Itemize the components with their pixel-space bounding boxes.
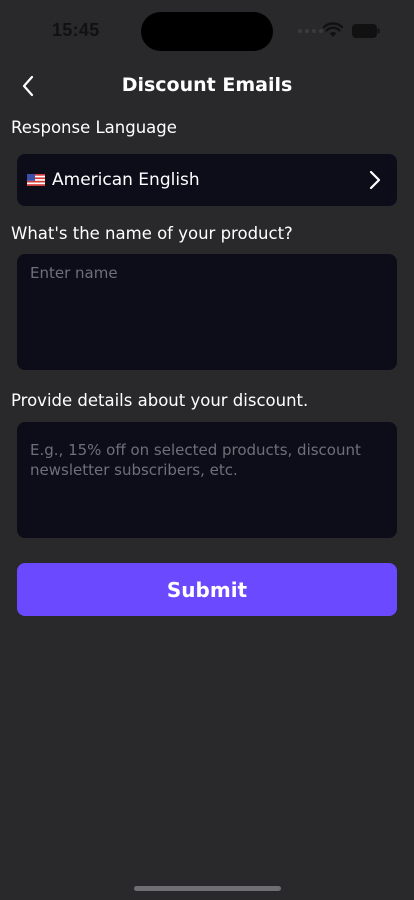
discount-details-label: Provide details about your discount. — [11, 391, 309, 410]
battery-icon — [352, 24, 380, 38]
language-value: American English — [52, 170, 200, 190]
status-bar: 15:45 — [0, 0, 414, 60]
dynamic-island — [141, 12, 273, 51]
submit-button[interactable]: Submit — [17, 563, 397, 616]
product-name-input[interactable] — [17, 254, 397, 370]
cellular-signal-icon — [298, 29, 323, 33]
page-title: Discount Emails — [121, 74, 293, 96]
discount-details-input[interactable] — [17, 422, 397, 538]
status-time: 15:45 — [52, 20, 100, 40]
language-selector[interactable]: American English — [17, 154, 397, 206]
us-flag-icon — [27, 174, 45, 186]
wifi-icon — [323, 22, 343, 37]
navigation-bar: Discount Emails — [0, 64, 414, 108]
product-name-label: What's the name of your product? — [11, 224, 293, 243]
home-indicator — [134, 886, 281, 891]
response-language-label: Response Language — [11, 118, 177, 137]
chevron-right-icon — [369, 170, 381, 190]
